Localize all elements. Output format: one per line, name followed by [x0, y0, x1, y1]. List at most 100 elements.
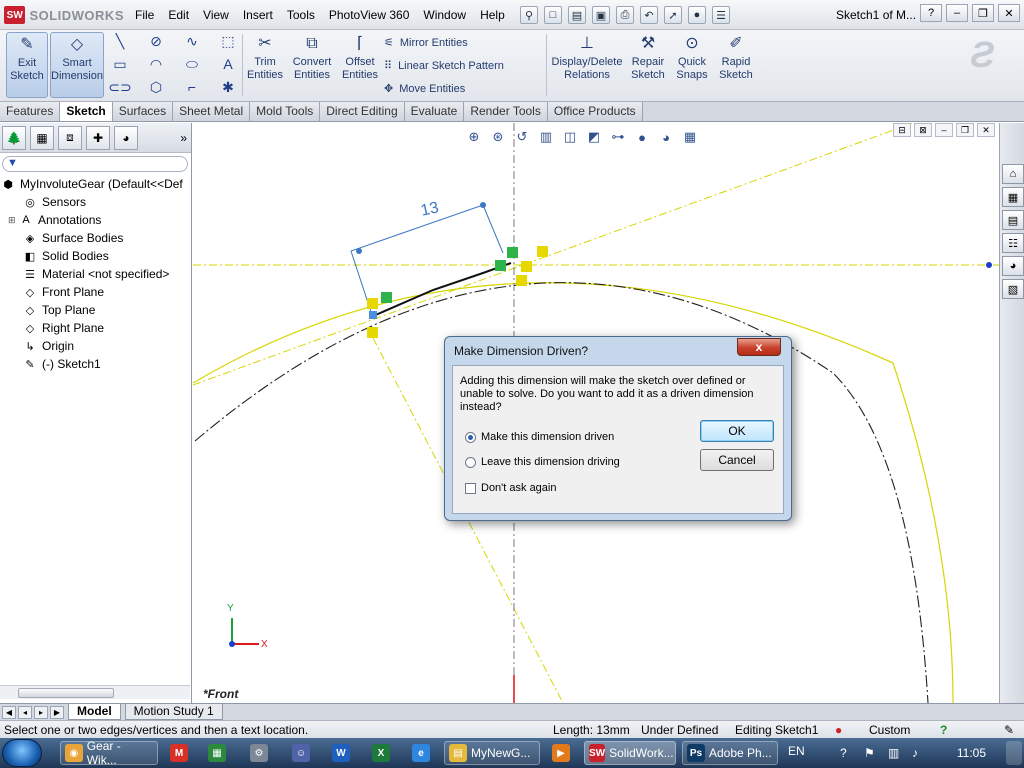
point-icon[interactable]: ✱	[218, 78, 238, 96]
tray-help-icon[interactable]: ?	[836, 741, 851, 765]
solidworks-logo[interactable]: SW SOLIDWORKS	[4, 5, 124, 25]
exit-sketch-button[interactable]: ✎ Exit Sketch	[6, 32, 48, 98]
tree-item-right-plane[interactable]: ◇ Right Plane	[0, 319, 190, 337]
move-entities-button[interactable]: ✥ Move Entities	[384, 82, 465, 96]
taskbar-item-folder[interactable]: ▤ MyNewG...	[444, 741, 540, 765]
print-icon[interactable]: ⎙	[616, 6, 634, 24]
linear-pattern-button[interactable]: ⠿ Linear Sketch Pattern	[384, 59, 504, 73]
rapid-sketch-button[interactable]: ✐ Rapid Sketch	[716, 32, 756, 98]
options-icon[interactable]: ☰	[712, 6, 730, 24]
tray-network-icon[interactable]: ▥	[884, 741, 903, 765]
rectangle-icon[interactable]: ▭	[110, 55, 130, 73]
tab-sketch[interactable]: Sketch	[60, 102, 113, 121]
convert-entities-button[interactable]: ⧉ Convert Entities	[290, 32, 334, 98]
help-status-icon[interactable]: ?	[940, 723, 947, 737]
minimize-button[interactable]: –	[946, 4, 968, 22]
file-explorer-icon[interactable]: ▤	[1002, 210, 1024, 230]
open-folder-icon[interactable]: ▤	[568, 6, 586, 24]
relation-icon[interactable]	[367, 298, 378, 309]
hide-show-icon[interactable]: ⊶	[609, 128, 627, 146]
viewport-close-button[interactable]: ✕	[977, 123, 995, 137]
select-icon[interactable]: ➚	[664, 6, 682, 24]
tree-item-top-plane[interactable]: ◇ Top Plane	[0, 301, 190, 319]
tab-evaluate[interactable]: Evaluate	[404, 102, 465, 121]
radio-make-driven[interactable]: Make this dimension driven	[465, 431, 614, 443]
units-selector[interactable]: Custom	[869, 723, 910, 737]
menu-insert[interactable]: Insert	[236, 8, 280, 22]
menu-photoview[interactable]: PhotoView 360	[322, 8, 417, 22]
tab-direct-editing[interactable]: Direct Editing	[320, 102, 405, 121]
menu-file[interactable]: File	[128, 8, 161, 22]
taskbar-item-excel[interactable]: X	[368, 741, 394, 765]
offset-entities-button[interactable]: ⌈ Offset Entities	[340, 32, 380, 98]
appearance-icon[interactable]: ●	[633, 128, 651, 146]
prev-tab-icon[interactable]: ◂	[18, 705, 32, 719]
trim-entities-button[interactable]: ✂ Trim Entities	[246, 32, 284, 98]
tree-root[interactable]: ⬢ MyInvoluteGear (Default<<Def	[0, 175, 190, 193]
new-document-icon[interactable]: □	[544, 6, 562, 24]
first-tab-icon[interactable]: ◀	[2, 705, 16, 719]
cancel-button[interactable]: Cancel	[700, 449, 774, 471]
tab-surfaces[interactable]: Surfaces	[112, 102, 174, 121]
last-tab-icon[interactable]: ▶	[50, 705, 64, 719]
tile-view-icon[interactable]: ⊠	[914, 123, 932, 137]
spline-icon[interactable]: ∿	[182, 32, 202, 50]
taskbar-item-calculator[interactable]: ▦	[204, 741, 230, 765]
property-manager-icon[interactable]: ▦	[30, 125, 54, 150]
viewport-minimize-button[interactable]: –	[935, 123, 953, 137]
tab-sheet-metal[interactable]: Sheet Metal	[173, 102, 251, 121]
system-clock[interactable]: 11:05	[957, 746, 986, 760]
previous-view-icon[interactable]: ↺	[513, 128, 531, 146]
radio-unselected-icon[interactable]	[465, 456, 476, 468]
dialog-close-button[interactable]: x	[737, 338, 781, 356]
taskbar-item-word[interactable]: W	[328, 741, 354, 765]
design-library-icon[interactable]: ▦	[1002, 187, 1024, 207]
rebuild-icon[interactable]: ●	[688, 6, 706, 24]
zoom-fit-icon[interactable]: ⊕	[465, 128, 483, 146]
taskbar-item-mail[interactable]: M	[166, 741, 192, 765]
endpoint-marker[interactable]	[369, 311, 377, 319]
tab-features[interactable]: Features	[0, 102, 61, 121]
tree-filter[interactable]: ▼	[2, 156, 188, 172]
relation-icon[interactable]	[516, 275, 527, 286]
show-desktop-button[interactable]	[1006, 741, 1022, 765]
relation-icon[interactable]	[367, 327, 378, 338]
slot-icon[interactable]: ⊂⊃	[108, 78, 131, 96]
viewport-restore-button[interactable]: ❐	[956, 123, 974, 137]
ellipse-icon[interactable]: ⬭	[182, 55, 202, 73]
menu-tools[interactable]: Tools	[280, 8, 322, 22]
mirror-entities-button[interactable]: ⚟ Mirror Entities	[384, 36, 468, 50]
next-tab-icon[interactable]: ▸	[34, 705, 48, 719]
radio-selected-icon[interactable]	[465, 431, 476, 443]
smart-dimension-button[interactable]: ◇ Smart Dimension	[50, 32, 104, 98]
tree-item-front-plane[interactable]: ◇ Front Plane	[0, 283, 190, 301]
view-palette-icon[interactable]: ☷	[1002, 233, 1024, 253]
rebuild-indicator-icon[interactable]: ●	[835, 723, 842, 737]
relation-icon[interactable]	[495, 260, 506, 271]
dimxpert-icon[interactable]: ✚	[86, 125, 110, 150]
section-view-icon[interactable]: ▥	[537, 128, 555, 146]
dimension-value[interactable]: 13	[419, 199, 440, 220]
taskbar-item-browser[interactable]: ◉ Gear - Wik...	[60, 739, 158, 767]
tab-mold-tools[interactable]: Mold Tools	[250, 102, 321, 121]
start-button[interactable]	[2, 739, 42, 767]
line-icon[interactable]: ╲	[110, 32, 130, 50]
help-icon[interactable]: ?	[920, 4, 942, 22]
relation-icon[interactable]	[381, 292, 392, 303]
expand-chevron-icon[interactable]: »	[180, 131, 187, 145]
taskbar-item-settings[interactable]: ⚙	[246, 741, 272, 765]
tab-render-tools[interactable]: Render Tools	[464, 102, 548, 121]
text-icon[interactable]: A	[218, 55, 238, 73]
split-view-icon[interactable]: ⊟	[893, 123, 911, 137]
tab-motion-study[interactable]: Motion Study 1	[124, 704, 223, 720]
scene-icon[interactable]: ◕	[657, 128, 675, 146]
taskbar-item-media[interactable]: ▶	[548, 741, 574, 765]
involute-profile[interactable]	[370, 262, 512, 318]
tree-item-origin[interactable]: ↳ Origin	[0, 337, 190, 355]
feature-tree-icon[interactable]: 🌲	[2, 125, 26, 150]
save-icon[interactable]: ▣	[592, 6, 610, 24]
display-delete-relations-button[interactable]: ⊥ Display/Delete Relations	[550, 32, 624, 98]
tree-item-surface-bodies[interactable]: ◈ Surface Bodies	[0, 229, 190, 247]
tree-item-material[interactable]: ☰ Material <not specified>	[0, 265, 190, 283]
quick-snaps-button[interactable]: ⊙ Quick Snaps	[672, 32, 712, 98]
